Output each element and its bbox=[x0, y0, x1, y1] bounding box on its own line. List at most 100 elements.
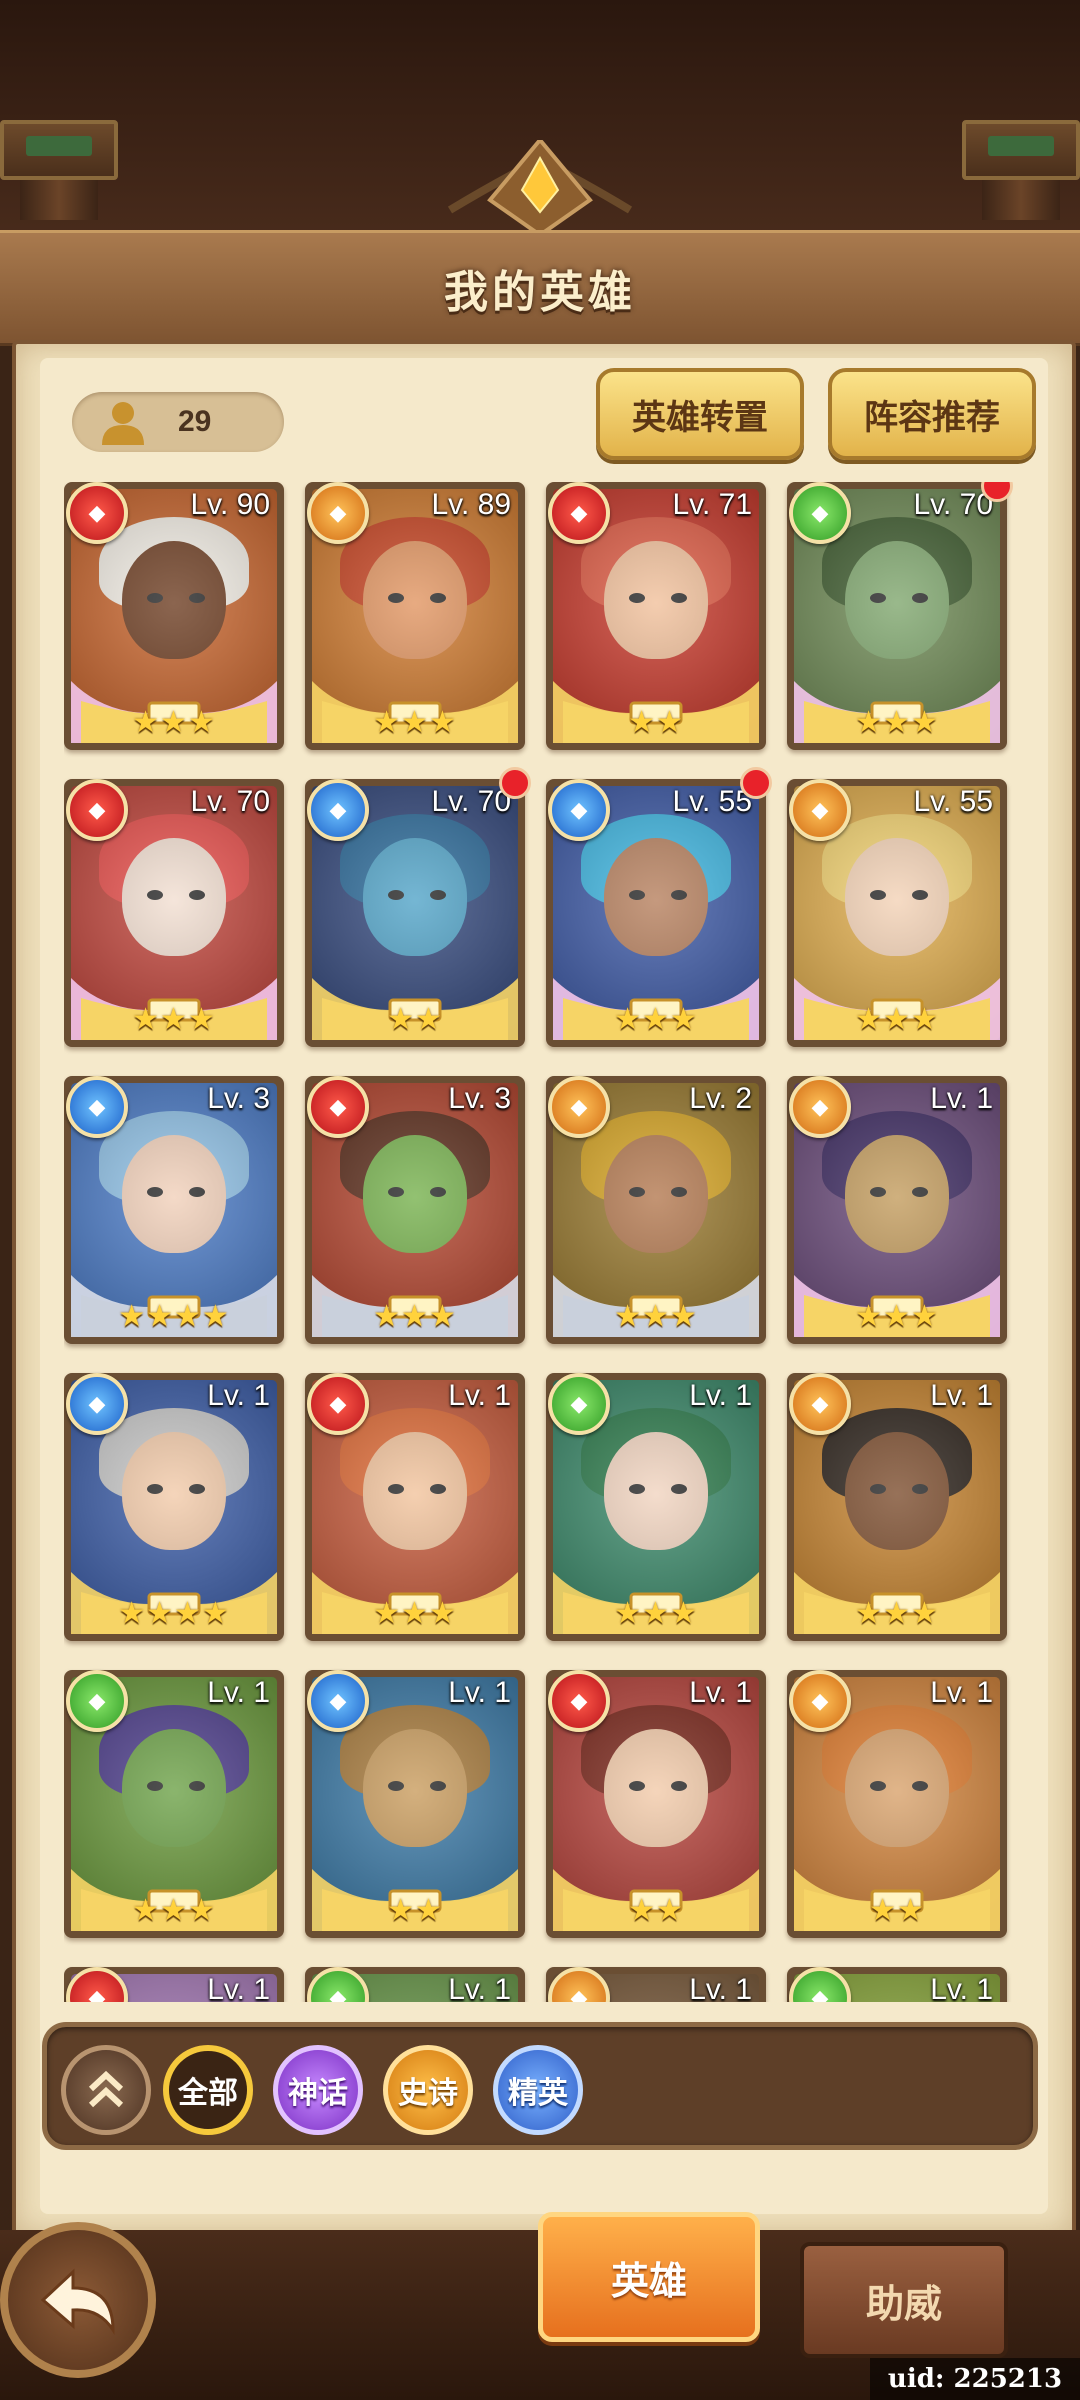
hero-level: Lv. 1 bbox=[448, 1379, 511, 1412]
hero-stars: ★★ bbox=[387, 1894, 443, 1927]
fire-element-icon: ◆ bbox=[307, 1373, 369, 1435]
hero-card[interactable]: ◆ Lv. 55 ★★★ bbox=[787, 779, 1007, 1047]
left-pillar-decoration bbox=[0, 120, 118, 220]
hero-stars: ★★ bbox=[628, 1894, 684, 1927]
hero-level: Lv. 1 bbox=[448, 1676, 511, 1709]
fire-element-icon: ◆ bbox=[66, 1967, 128, 2002]
hero-stars: ★★★ bbox=[855, 706, 939, 739]
hero-stars: ★★★ bbox=[373, 1597, 457, 1630]
hero-card[interactable]: ◆ Lv. 2 ★★★ bbox=[546, 1076, 766, 1344]
hero-card[interactable]: ◆ Lv. 70 ★★★ bbox=[787, 482, 1013, 750]
hero-level: Lv. 70 bbox=[913, 488, 994, 521]
hero-stars: ★★★★ bbox=[118, 1597, 230, 1630]
hero-level: Lv. 55 bbox=[672, 785, 753, 818]
hero-stars: ★★★★ bbox=[118, 1300, 230, 1333]
hero-card[interactable]: ◆ Lv. 1 bbox=[305, 1967, 525, 2002]
nature-element-icon: ◆ bbox=[789, 1967, 851, 2002]
hero-transfer-button[interactable]: 英雄转置 bbox=[596, 368, 804, 460]
filter-mythic-button[interactable]: 神话 bbox=[273, 2045, 363, 2135]
hero-stars: ★★★ bbox=[614, 1003, 698, 1036]
tab-hero[interactable]: 英雄 bbox=[538, 2212, 760, 2342]
hero-level: Lv. 90 bbox=[190, 488, 271, 521]
water-element-icon: ◆ bbox=[548, 779, 610, 841]
hero-level: Lv. 1 bbox=[689, 1676, 752, 1709]
hero-level: Lv. 1 bbox=[930, 1082, 993, 1115]
hero-level: Lv. 2 bbox=[689, 1082, 752, 1115]
earth-element-icon: ◆ bbox=[307, 482, 369, 544]
hero-card[interactable]: ◆ Lv. 55 ★★★ bbox=[546, 767, 772, 1047]
hero-stars: ★★★ bbox=[373, 1300, 457, 1333]
hero-stars: ★★★ bbox=[614, 1300, 698, 1333]
collapse-chevron-up-icon[interactable] bbox=[61, 2045, 151, 2135]
hero-card[interactable]: ◆ Lv. 1 bbox=[64, 1967, 284, 2002]
earth-element-icon: ◆ bbox=[548, 1967, 610, 2002]
water-element-icon: ◆ bbox=[307, 779, 369, 841]
hero-card[interactable]: ◆ Lv. 71 ★★ bbox=[546, 482, 766, 750]
right-pillar-decoration bbox=[962, 120, 1080, 220]
hero-level: Lv. 1 bbox=[207, 1379, 270, 1412]
uid-label: uid: 225213 bbox=[870, 2358, 1080, 2400]
fire-element-icon: ◆ bbox=[66, 779, 128, 841]
back-arrow-icon[interactable] bbox=[0, 2222, 156, 2378]
notification-dot-icon bbox=[740, 767, 772, 799]
hero-card[interactable]: ◆ Lv. 70 ★★ bbox=[305, 767, 531, 1047]
hero-count-value: 29 bbox=[178, 405, 212, 438]
nature-element-icon: ◆ bbox=[789, 482, 851, 544]
earth-element-icon: ◆ bbox=[789, 779, 851, 841]
filter-epic-button[interactable]: 史诗 bbox=[383, 2045, 473, 2135]
lineup-recommend-button[interactable]: 阵容推荐 bbox=[828, 368, 1036, 460]
nature-element-icon: ◆ bbox=[548, 1373, 610, 1435]
filter-all-button[interactable]: 全部 bbox=[163, 2045, 253, 2135]
hero-stars: ★★ bbox=[387, 1003, 443, 1036]
person-icon bbox=[102, 402, 144, 445]
fire-element-icon: ◆ bbox=[548, 1670, 610, 1732]
hero-card[interactable]: ◆ Lv. 89 ★★★ bbox=[305, 482, 525, 750]
hero-level: Lv. 1 bbox=[689, 1379, 752, 1412]
hero-card[interactable]: ◆ Lv. 1 ★★★ bbox=[787, 1076, 1007, 1344]
hero-level: Lv. 1 bbox=[207, 1973, 270, 2002]
earth-element-icon: ◆ bbox=[789, 1670, 851, 1732]
filter-elite-button[interactable]: 精英 bbox=[493, 2045, 583, 2135]
hero-stars: ★★★ bbox=[132, 1003, 216, 1036]
hero-card[interactable]: ◆ Lv. 3 ★★★★ bbox=[64, 1076, 284, 1344]
hero-level: Lv. 89 bbox=[431, 488, 512, 521]
hero-card[interactable]: ◆ Lv. 1 bbox=[546, 1967, 766, 2002]
hero-card[interactable]: ◆ Lv. 1 ★★ bbox=[546, 1670, 766, 1938]
hero-card[interactable]: ◆ Lv. 1 ★★ bbox=[305, 1670, 525, 1938]
hero-stars: ★★★ bbox=[855, 1597, 939, 1630]
hero-level: Lv. 3 bbox=[448, 1082, 511, 1115]
hero-level: Lv. 70 bbox=[190, 785, 271, 818]
hero-stars: ★★★ bbox=[855, 1003, 939, 1036]
hero-card[interactable]: ◆ Lv. 1 ★★ bbox=[787, 1670, 1007, 1938]
water-element-icon: ◆ bbox=[66, 1373, 128, 1435]
hero-card[interactable]: ◆ Lv. 1 ★★★ bbox=[305, 1373, 525, 1641]
hero-card[interactable]: ◆ Lv. 1 ★★★ bbox=[787, 1373, 1007, 1641]
top-banner bbox=[0, 0, 1080, 250]
water-element-icon: ◆ bbox=[66, 1076, 128, 1138]
hero-card[interactable]: ◆ Lv. 3 ★★★ bbox=[305, 1076, 525, 1344]
tab-support[interactable]: 助威 bbox=[800, 2242, 1008, 2358]
earth-element-icon: ◆ bbox=[548, 1076, 610, 1138]
water-element-icon: ◆ bbox=[307, 1670, 369, 1732]
hero-stars: ★★★ bbox=[614, 1597, 698, 1630]
fire-element-icon: ◆ bbox=[307, 1076, 369, 1138]
hero-card[interactable]: ◆ Lv. 70 ★★★ bbox=[64, 779, 284, 1047]
hero-count: 29 bbox=[72, 392, 284, 452]
hero-card[interactable]: ◆ Lv. 90 ★★★ bbox=[64, 482, 284, 750]
hero-level: Lv. 70 bbox=[431, 785, 512, 818]
hero-level: Lv. 1 bbox=[930, 1973, 993, 2002]
hero-level: Lv. 1 bbox=[689, 1973, 752, 2002]
nature-element-icon: ◆ bbox=[307, 1967, 369, 2002]
hero-level: Lv. 1 bbox=[448, 1973, 511, 2002]
hero-card[interactable]: ◆ Lv. 1 ★★★★ bbox=[64, 1373, 284, 1641]
hero-card[interactable]: ◆ Lv. 1 bbox=[787, 1967, 1007, 2002]
hero-grid: ◆ Lv. 90 ★★★ ◆ Lv. 89 ★★★ ◆ Lv. 71 ★★ ◆ Lv. 70 ★★★ ◆… bbox=[64, 482, 1024, 2002]
hero-card[interactable]: ◆ Lv. 1 ★★★ bbox=[64, 1670, 284, 1938]
hero-level: Lv. 71 bbox=[672, 488, 753, 521]
hero-level: Lv. 1 bbox=[930, 1676, 993, 1709]
earth-element-icon: ◆ bbox=[789, 1076, 851, 1138]
hero-card[interactable]: ◆ Lv. 1 ★★★ bbox=[546, 1373, 766, 1641]
earth-element-icon: ◆ bbox=[789, 1373, 851, 1435]
hero-stars: ★★★ bbox=[132, 706, 216, 739]
page-title: 我的英雄 bbox=[444, 268, 636, 317]
